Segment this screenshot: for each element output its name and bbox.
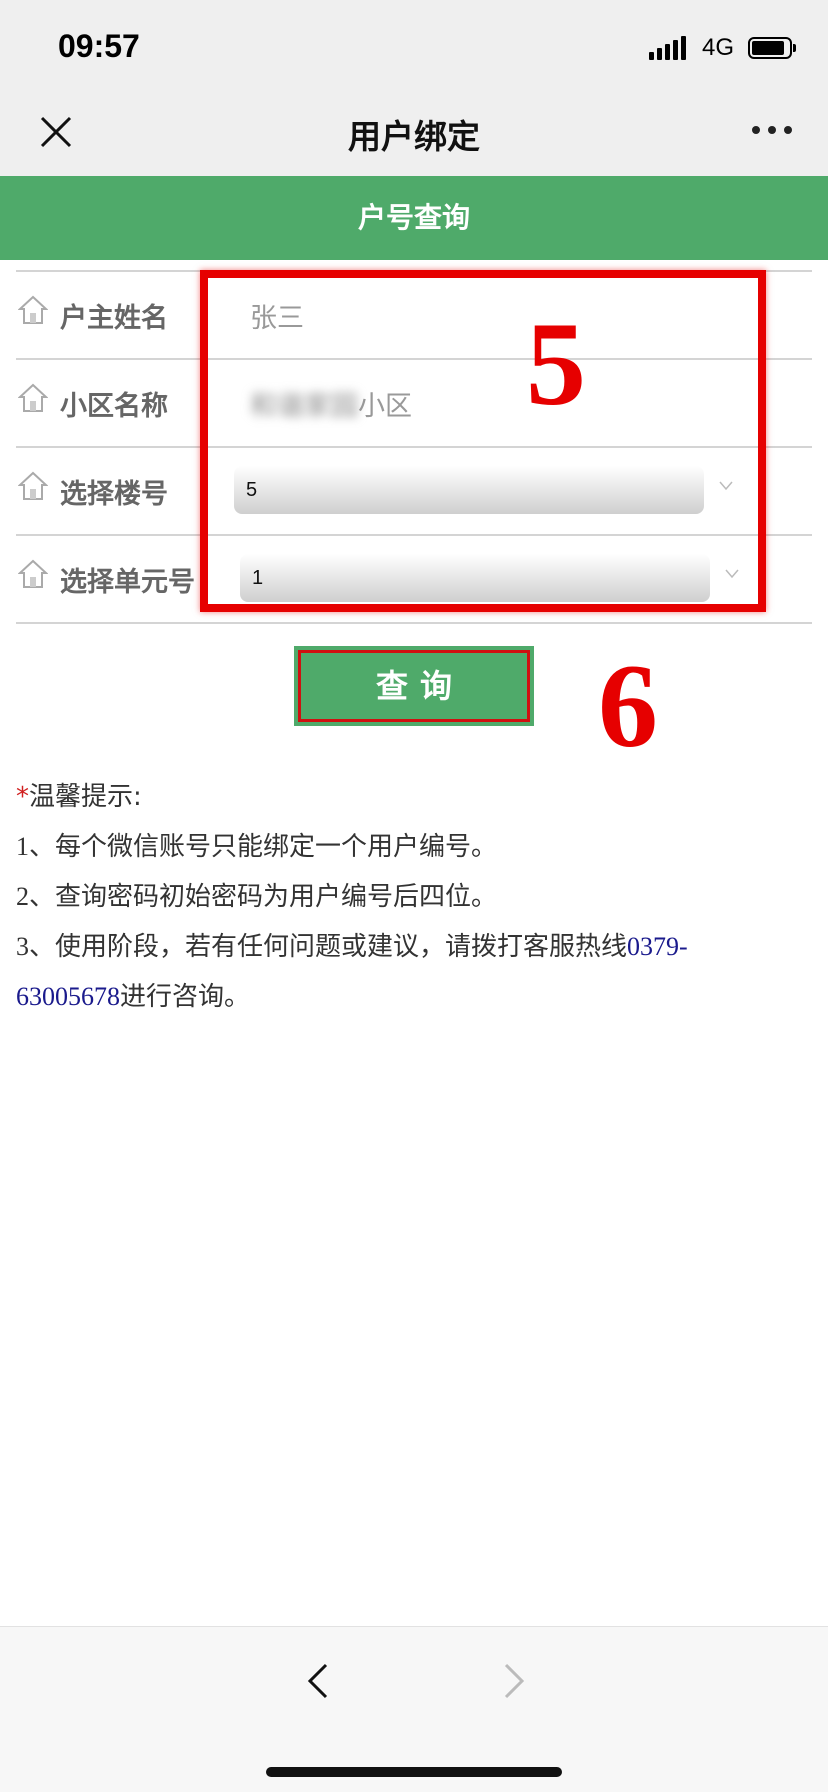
tips-star: * xyxy=(16,782,29,812)
building-label: 选择楼号 xyxy=(60,479,168,510)
home-indicator xyxy=(266,1767,562,1777)
status-indicators: 4G xyxy=(648,34,796,62)
hotline-link[interactable]: 0379- xyxy=(627,932,688,961)
tips-title-text: 温馨提示: xyxy=(29,782,142,812)
tip-item-2: 2、查询密码初始密码为用户编号后四位。 xyxy=(16,882,498,912)
house-icon xyxy=(18,559,48,588)
status-time: 09:57 xyxy=(58,28,140,64)
owner-name-label: 户主姓名 xyxy=(60,303,168,334)
query-button[interactable]: 查询 xyxy=(294,646,534,726)
tip-item-1: 1、每个微信账号只能绑定一个用户编号。 xyxy=(16,832,498,862)
tip-item-3-cont: 63005678进行咨询。 xyxy=(16,982,251,1012)
house-icon xyxy=(18,383,48,412)
back-icon[interactable] xyxy=(300,1657,336,1705)
forward-icon[interactable] xyxy=(496,1657,532,1705)
page-title: 用户绑定 xyxy=(348,117,480,156)
house-icon xyxy=(18,471,48,500)
tips-title: *温馨提示: xyxy=(16,776,816,826)
bottom-toolbar xyxy=(0,1626,828,1792)
tips-section: *温馨提示: 1、每个微信账号只能绑定一个用户编号。 2、查询密码初始密码为用户… xyxy=(16,776,816,1026)
status-bar: 09:57 4G xyxy=(0,0,828,96)
annotation-step-6: 6 xyxy=(598,639,658,772)
unit-label: 选择单元号 xyxy=(60,567,195,598)
community-label: 小区名称 xyxy=(60,391,168,422)
annotation-highlight-box xyxy=(200,270,766,612)
annotation-step-5: 5 xyxy=(526,297,586,430)
tip-item-3: 3、使用阶段，若有任何问题或建议，请拨打客服热线0379- xyxy=(16,932,688,962)
section-header: 户号查询 xyxy=(0,176,828,260)
hotline-link[interactable]: 63005678 xyxy=(16,982,120,1011)
signal-icon xyxy=(648,36,686,60)
network-label: 4G xyxy=(701,34,734,61)
nav-bar: 用户绑定 xyxy=(0,96,828,176)
more-icon[interactable] xyxy=(752,126,792,134)
house-icon xyxy=(18,295,48,324)
battery-icon xyxy=(748,37,796,59)
